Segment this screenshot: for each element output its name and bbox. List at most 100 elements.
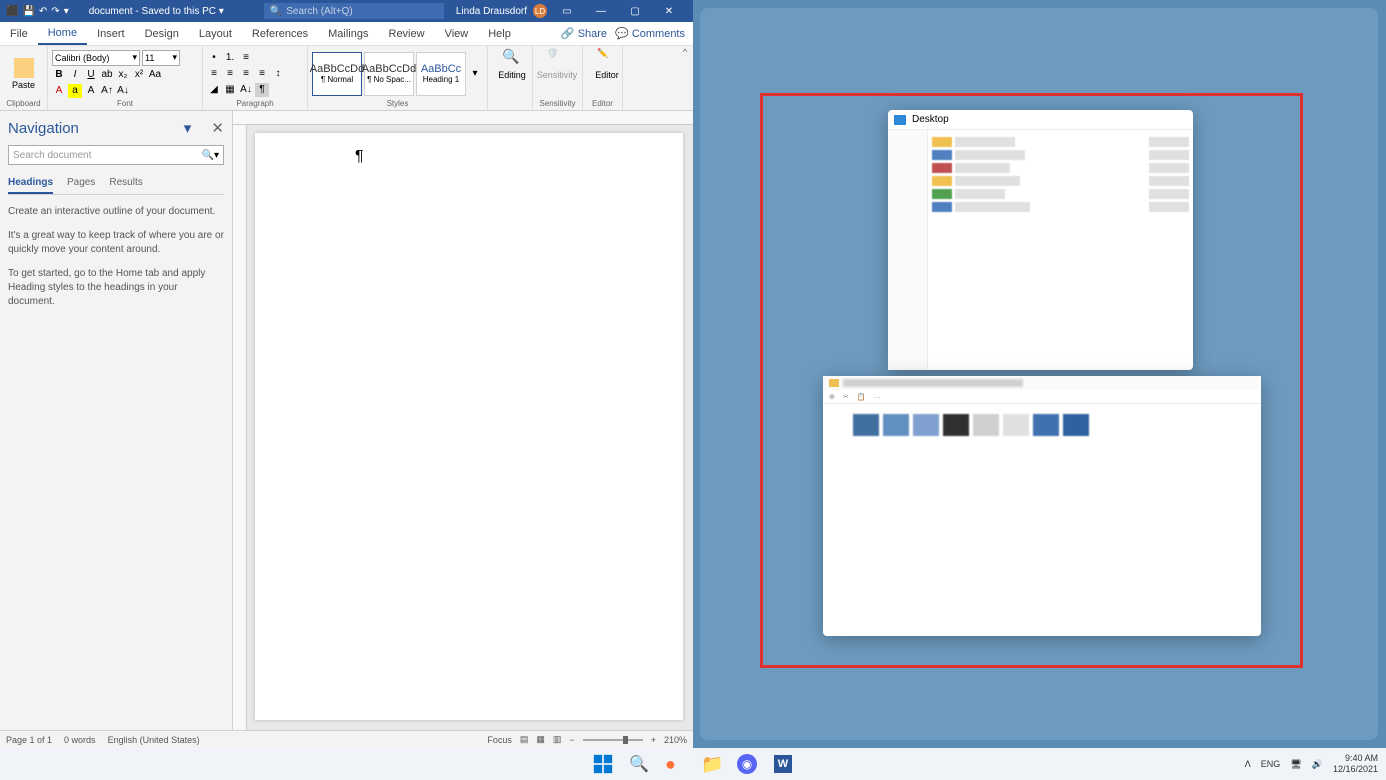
nav-close-button[interactable]: ✕: [211, 120, 224, 137]
show-marks-button[interactable]: ¶: [255, 83, 269, 97]
styles-expand[interactable]: ▾: [468, 67, 482, 81]
folder-icon: [829, 379, 839, 387]
zoom-slider[interactable]: [583, 739, 643, 741]
multilevel-button[interactable]: ≡: [239, 51, 253, 65]
horizontal-ruler[interactable]: [233, 111, 693, 125]
tab-home[interactable]: Home: [38, 22, 87, 45]
user-name[interactable]: Linda Drausdorf: [456, 6, 527, 17]
undo-icon[interactable]: ↶: [39, 6, 47, 17]
zoom-out[interactable]: −: [569, 735, 574, 745]
snap-window-title: Desktop: [912, 114, 949, 125]
justify-button[interactable]: ≡: [255, 67, 269, 81]
snap-window-explorer[interactable]: ⊕✂📋…: [823, 376, 1261, 636]
zoom-in[interactable]: +: [651, 735, 656, 745]
tab-references[interactable]: References: [242, 22, 318, 45]
font-name-combo[interactable]: Calibri (Body)▾: [52, 50, 140, 66]
tray-lang[interactable]: ENG: [1261, 759, 1281, 769]
redo-icon[interactable]: ↷: [51, 6, 59, 17]
search-button[interactable]: 🔍: [625, 750, 653, 778]
grow-font-button[interactable]: A↑: [100, 84, 114, 98]
comments-button[interactable]: 💬 Comments: [615, 27, 685, 40]
underline-button[interactable]: U: [84, 68, 98, 82]
line-spacing-button[interactable]: ↕: [271, 67, 285, 81]
shading-button[interactable]: ◢: [207, 83, 221, 97]
highlight-button[interactable]: a: [68, 84, 82, 98]
user-avatar[interactable]: LD: [533, 4, 547, 18]
firefox-icon[interactable]: ●: [661, 750, 689, 778]
paragraph-mark: ¶: [355, 148, 364, 166]
zoom-level[interactable]: 210%: [664, 735, 687, 745]
discord-icon[interactable]: ◉: [733, 750, 761, 778]
paste-button[interactable]: Paste: [4, 58, 43, 90]
tray-volume-icon[interactable]: 🔊: [1312, 759, 1323, 770]
snap-window-desktop[interactable]: Desktop: [888, 110, 1193, 370]
minimize-button[interactable]: —: [587, 0, 615, 22]
view-print-icon[interactable]: ▦: [536, 734, 545, 745]
borders-button[interactable]: ▦: [223, 83, 237, 97]
file-explorer-icon[interactable]: 📁: [697, 750, 725, 778]
document-page[interactable]: ¶: [255, 133, 683, 720]
clear-format-button[interactable]: A: [84, 84, 98, 98]
tray-chevron-icon[interactable]: ᐱ: [1245, 759, 1251, 770]
view-web-icon[interactable]: ▥: [553, 734, 562, 745]
autosave-toggle[interactable]: ⬛: [6, 6, 18, 17]
font-size-combo[interactable]: 11▾: [142, 50, 180, 66]
tab-view[interactable]: View: [435, 22, 479, 45]
fontcolor-button[interactable]: A: [52, 84, 66, 98]
collapse-ribbon-button[interactable]: ^: [677, 46, 693, 58]
align-right-button[interactable]: ≡: [239, 67, 253, 81]
case-button[interactable]: Aa: [148, 68, 162, 82]
tab-mailings[interactable]: Mailings: [318, 22, 378, 45]
title-search[interactable]: 🔍 Search (Alt+Q): [264, 3, 444, 19]
nav-search-icon[interactable]: 🔍▾: [202, 150, 219, 161]
numbering-button[interactable]: 1.: [223, 51, 237, 65]
word-icon[interactable]: W: [769, 750, 797, 778]
clipboard-label: Clipboard: [4, 99, 43, 108]
nav-search-input[interactable]: Search document 🔍▾: [8, 145, 224, 165]
font-label: Font: [52, 99, 198, 108]
tab-layout[interactable]: Layout: [189, 22, 242, 45]
tab-review[interactable]: Review: [379, 22, 435, 45]
status-lang[interactable]: English (United States): [108, 735, 200, 745]
status-words[interactable]: 0 words: [64, 735, 96, 745]
strike-button[interactable]: ab: [100, 68, 114, 82]
maximize-button[interactable]: ▢: [621, 0, 649, 22]
tray-clock[interactable]: 9:40 AM 12/16/2021: [1333, 753, 1378, 775]
shrink-font-button[interactable]: A↓: [116, 84, 130, 98]
tab-help[interactable]: Help: [478, 22, 521, 45]
nav-tab-pages[interactable]: Pages: [67, 173, 95, 194]
align-left-button[interactable]: ≡: [207, 67, 221, 81]
subscript-button[interactable]: x₂: [116, 68, 130, 82]
style-heading1[interactable]: AaBbCc Heading 1: [416, 52, 466, 96]
bold-button[interactable]: B: [52, 68, 66, 82]
style-nospacing[interactable]: AaBbCcDd ¶ No Spac...: [364, 52, 414, 96]
start-button[interactable]: [589, 750, 617, 778]
focus-mode[interactable]: Focus: [487, 735, 512, 745]
tab-file[interactable]: File: [0, 22, 38, 45]
italic-button[interactable]: I: [68, 68, 82, 82]
tab-design[interactable]: Design: [135, 22, 189, 45]
title-bar: ⬛ 💾 ↶ ↷ ▾ document - Saved to this PC ▾ …: [0, 0, 693, 22]
nav-dropdown[interactable]: ▾: [184, 120, 192, 137]
view-read-icon[interactable]: ▤: [520, 734, 529, 745]
bullets-button[interactable]: •: [207, 51, 221, 65]
superscript-button[interactable]: x²: [132, 68, 146, 82]
tab-insert[interactable]: Insert: [87, 22, 135, 45]
share-button[interactable]: 🔗 Share: [561, 27, 607, 40]
tray-network-icon[interactable]: 🖥: [1290, 759, 1301, 770]
status-page[interactable]: Page 1 of 1: [6, 735, 52, 745]
document-name[interactable]: document - Saved to this PC ▾: [89, 6, 224, 17]
close-button[interactable]: ✕: [655, 0, 683, 22]
styles-label: Styles: [312, 99, 483, 108]
editor-button[interactable]: ✏️ Editor: [587, 48, 627, 80]
style-normal[interactable]: AaBbCcDd ¶ Normal: [312, 52, 362, 96]
vertical-ruler[interactable]: [233, 125, 247, 730]
align-center-button[interactable]: ≡: [223, 67, 237, 81]
ribbon-mode-icon[interactable]: ▭: [553, 0, 581, 22]
nav-tab-results[interactable]: Results: [109, 173, 142, 194]
save-icon[interactable]: 💾: [22, 6, 34, 17]
sort-button[interactable]: A↓: [239, 83, 253, 97]
editing-button[interactable]: 🔍 Editing: [492, 48, 532, 80]
qatdrop-icon[interactable]: ▾: [64, 6, 69, 17]
nav-tab-headings[interactable]: Headings: [8, 173, 53, 194]
